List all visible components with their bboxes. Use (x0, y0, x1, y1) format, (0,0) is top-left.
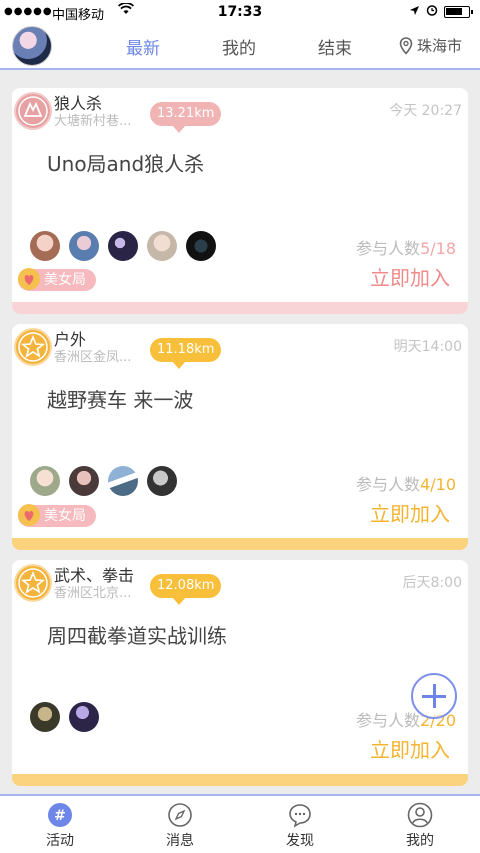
participant-avatar[interactable] (108, 466, 138, 496)
add-activity-button[interactable] (411, 673, 457, 719)
status-bar: ●●●●● 中国移动 17:33 (0, 0, 480, 24)
martial-arts-category-icon (14, 564, 52, 602)
badge-label: 美女局 (44, 508, 86, 524)
tab-label: 我的 (406, 833, 434, 849)
activity-card[interactable]: 武术、拳击 香洲区北京... 12.08km 后天8:00 周四截拳道实战训练 … (12, 560, 468, 786)
heart-badge-icon (16, 266, 42, 292)
participant-avatar[interactable] (30, 231, 60, 261)
compass-icon (167, 802, 193, 828)
tab-activity[interactable]: # 活动 (30, 802, 90, 850)
participant-avatars (30, 702, 99, 732)
address-label: 大塘新村巷... (54, 114, 132, 129)
participant-avatar[interactable] (69, 231, 99, 261)
count-label: 参与人数 (356, 475, 421, 494)
card-footer-stripe (12, 538, 468, 550)
address-label: 香洲区北京... (54, 586, 132, 601)
beauty-badge: 美女局 (16, 266, 96, 292)
participant-avatar[interactable] (186, 231, 216, 261)
participant-avatar[interactable] (30, 702, 60, 732)
tab-mine[interactable]: 我的 (222, 34, 256, 59)
badge-label: 美女局 (44, 272, 86, 288)
top-header: 最新 我的 结束 珠海市 (0, 24, 480, 70)
werewolf-category-icon (14, 92, 52, 130)
count-label: 参与人数 (356, 239, 421, 258)
city-selector[interactable]: 珠海市 (399, 35, 462, 56)
user-icon (407, 802, 433, 828)
card-footer-stripe (12, 774, 468, 786)
hashtag-icon: # (47, 802, 73, 828)
participant-count: 参与人数5/18 (356, 235, 456, 259)
battery-icon (444, 5, 473, 18)
outdoor-category-icon (14, 328, 52, 366)
join-button[interactable]: 立即加入 (370, 262, 450, 291)
time-label: 明天14:00 (393, 339, 462, 355)
activity-title: 周四截拳道实战训练 (47, 624, 227, 648)
participant-avatar[interactable] (147, 231, 177, 261)
location-arrow-icon (409, 5, 420, 19)
tab-label: 发现 (286, 833, 314, 849)
alarm-icon (426, 4, 438, 19)
card-footer-stripe (12, 302, 468, 314)
time-label: 今天 20:27 (389, 103, 462, 119)
count-label: 参与人数 (356, 711, 421, 730)
participant-avatar[interactable] (147, 466, 177, 496)
activity-card[interactable]: 狼人杀 大塘新村巷... 13.21km 今天 20:27 Uno局and狼人杀… (12, 88, 468, 314)
participant-avatars (30, 231, 216, 261)
participant-avatars (30, 466, 177, 496)
location-pin-icon (399, 36, 413, 55)
distance-badge: 11.18km (150, 338, 222, 369)
beauty-badge: 美女局 (16, 502, 96, 528)
distance-badge: 12.08km (150, 574, 222, 605)
activity-title: 越野赛车 来一波 (47, 388, 194, 412)
chat-bubble-icon (287, 802, 313, 828)
bottom-tab-bar: # 活动 消息 发现 我的 (0, 794, 480, 853)
join-button[interactable]: 立即加入 (370, 734, 450, 763)
participant-avatar[interactable] (69, 702, 99, 732)
address-label: 香洲区金凤... (54, 350, 132, 365)
tab-messages[interactable]: 消息 (150, 802, 210, 850)
user-avatar[interactable] (12, 26, 52, 66)
tab-latest[interactable]: 最新 (126, 34, 160, 59)
svg-text:#: # (54, 808, 66, 824)
tab-ended[interactable]: 结束 (318, 34, 352, 59)
time-label: 后天8:00 (402, 575, 462, 591)
count-value: 4/10 (420, 475, 456, 494)
activity-title: Uno局and狼人杀 (47, 152, 205, 176)
distance-badge: 13.21km (150, 102, 222, 133)
activity-card[interactable]: 户外 香洲区金凤... 11.18km 明天14:00 越野赛车 来一波 参与人… (12, 324, 468, 550)
participant-avatar[interactable] (30, 466, 60, 496)
count-value: 5/18 (420, 239, 456, 258)
tab-label: 活动 (46, 833, 74, 849)
tab-label: 消息 (166, 833, 194, 849)
participant-count: 参与人数4/10 (356, 471, 456, 495)
tab-discover[interactable]: 发现 (270, 802, 330, 850)
city-label: 珠海市 (416, 37, 462, 55)
join-button[interactable]: 立即加入 (370, 498, 450, 527)
clock-time: 17:33 (217, 4, 263, 20)
heart-badge-icon (16, 502, 42, 528)
participant-avatar[interactable] (69, 466, 99, 496)
tab-me[interactable]: 我的 (390, 802, 450, 850)
participant-avatar[interactable] (108, 231, 138, 261)
